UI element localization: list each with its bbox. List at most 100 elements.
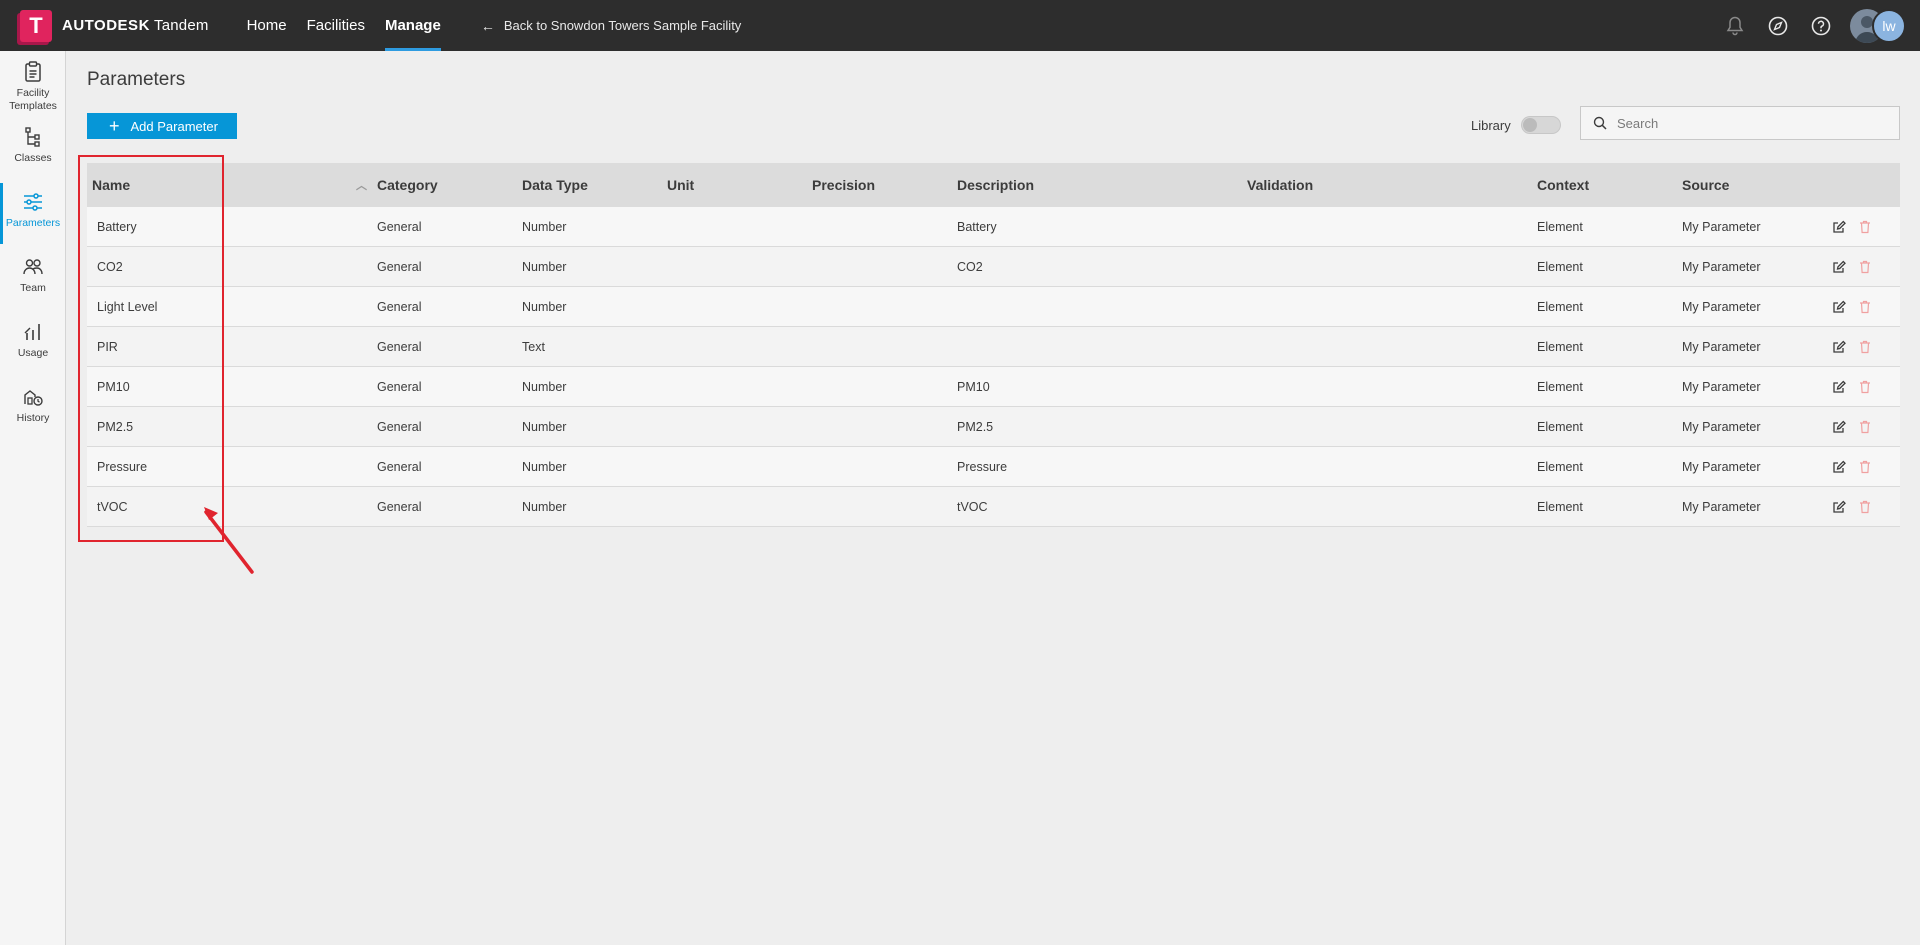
- edit-icon[interactable]: [1832, 220, 1846, 234]
- table-row[interactable]: Pressure General Number Pressure Element My P…: [87, 447, 1900, 487]
- delete-icon[interactable]: [1859, 340, 1871, 354]
- row-actions: [1827, 340, 1897, 354]
- cell-context: Element: [1537, 459, 1583, 474]
- column-header-category[interactable]: Category: [377, 177, 522, 193]
- cell-data-type: Number: [522, 259, 567, 274]
- sidebar-item-team[interactable]: Team: [0, 246, 66, 311]
- cell-context: Element: [1537, 419, 1583, 434]
- cell-context: Element: [1537, 219, 1583, 234]
- cell-description: tVOC: [957, 499, 988, 514]
- page-title: Parameters: [87, 69, 186, 90]
- cell-description: PM10: [957, 379, 990, 394]
- table-row[interactable]: PIR General Text Element My Parameter: [87, 327, 1900, 367]
- add-parameter-button[interactable]: + Add Parameter: [87, 113, 237, 139]
- sidebar-item-label: Parameters: [5, 217, 61, 229]
- edit-icon[interactable]: [1832, 340, 1846, 354]
- sidebar-item-classes[interactable]: Classes: [0, 116, 66, 181]
- brand[interactable]: T AUTODESK Tandem: [20, 0, 209, 51]
- delete-icon[interactable]: [1859, 220, 1871, 234]
- nav-manage[interactable]: Manage: [375, 0, 451, 51]
- edit-icon[interactable]: [1832, 260, 1846, 274]
- row-actions: [1827, 220, 1897, 234]
- edit-icon[interactable]: [1832, 300, 1846, 314]
- edit-icon[interactable]: [1832, 460, 1846, 474]
- column-header-data-type[interactable]: Data Type: [522, 177, 667, 193]
- column-header-context[interactable]: Context: [1537, 177, 1682, 193]
- cell-name: tVOC: [97, 499, 128, 514]
- sidebar-item-label: Classes: [14, 152, 52, 164]
- cell-category: General: [377, 219, 422, 234]
- table-row[interactable]: Light Level General Number Element My Parame…: [87, 287, 1900, 327]
- sidebar-item-history[interactable]: History: [0, 376, 66, 441]
- main-content: Parameters + Add Parameter Library Name …: [87, 51, 1900, 527]
- sidebar-item-usage[interactable]: Usage: [0, 311, 66, 376]
- column-header-name[interactable]: Name ︿: [87, 177, 377, 193]
- add-parameter-label: Add Parameter: [130, 118, 218, 134]
- brand-product: Tandem: [154, 17, 209, 34]
- table-row[interactable]: PM2.5 General Number PM2.5 Element My Paramet…: [87, 407, 1900, 447]
- delete-icon[interactable]: [1859, 500, 1871, 514]
- row-actions: [1827, 460, 1897, 474]
- delete-icon[interactable]: [1859, 380, 1871, 394]
- search-input[interactable]: [1617, 115, 1887, 131]
- nav-home[interactable]: Home: [237, 0, 297, 51]
- cell-source: My Parameter: [1682, 339, 1761, 354]
- cell-name: PM10: [97, 379, 130, 394]
- plus-icon: +: [109, 116, 120, 136]
- cell-description: PM2.5: [957, 419, 994, 434]
- cell-data-type: Number: [522, 299, 567, 314]
- cell-name: Light Level: [97, 299, 158, 314]
- table-row[interactable]: CO2 General Number CO2 Element My Parameter: [87, 247, 1900, 287]
- nav-facilities[interactable]: Facilities: [297, 0, 375, 51]
- column-header-source[interactable]: Source: [1682, 177, 1827, 193]
- table-row[interactable]: PM10 General Number PM10 Element My Parameter: [87, 367, 1900, 407]
- search-icon: [1593, 116, 1607, 130]
- delete-icon[interactable]: [1859, 460, 1871, 474]
- cell-data-type: Number: [522, 219, 567, 234]
- library-toggle[interactable]: [1520, 116, 1561, 134]
- cell-context: Element: [1537, 339, 1583, 354]
- cell-source: My Parameter: [1682, 419, 1761, 434]
- bell-icon[interactable]: [1724, 15, 1746, 37]
- help-icon[interactable]: [1810, 15, 1832, 37]
- bar-chart-icon: [24, 324, 40, 340]
- sidebar-item-parameters[interactable]: Parameters: [0, 181, 66, 246]
- edit-icon[interactable]: [1832, 380, 1846, 394]
- cell-category: General: [377, 339, 422, 354]
- cell-data-type: Number: [522, 379, 567, 394]
- column-header-validation[interactable]: Validation: [1247, 177, 1537, 193]
- cell-description: CO2: [957, 259, 983, 274]
- sidebar-item-label: History: [16, 412, 50, 424]
- delete-icon[interactable]: [1859, 420, 1871, 434]
- avatar-initials: lw: [1872, 8, 1906, 43]
- cell-data-type: Text: [522, 339, 545, 354]
- sliders-icon: [24, 193, 42, 211]
- delete-icon[interactable]: [1859, 260, 1871, 274]
- sort-ascending-icon[interactable]: ︿: [356, 177, 367, 193]
- toolbar: + Add Parameter Library: [87, 106, 1900, 163]
- column-header-description[interactable]: Description: [957, 177, 1247, 193]
- edit-icon[interactable]: [1832, 500, 1846, 514]
- cell-category: General: [377, 419, 422, 434]
- back-link-label: Back to Snowdon Towers Sample Facility: [503, 18, 742, 33]
- user-avatars[interactable]: lw: [1850, 8, 1908, 43]
- compass-icon[interactable]: [1767, 15, 1789, 37]
- column-header-unit[interactable]: Unit: [667, 177, 812, 193]
- column-header-precision[interactable]: Precision: [812, 177, 957, 193]
- sidebar-item-facility-templates[interactable]: Facility Templates: [0, 51, 66, 116]
- delete-icon[interactable]: [1859, 300, 1871, 314]
- row-actions: [1827, 380, 1897, 394]
- main-nav: Home Facilities Manage: [237, 0, 451, 51]
- cell-description: Battery: [957, 219, 997, 234]
- row-actions: [1827, 300, 1897, 314]
- tandem-logo: T: [20, 9, 52, 42]
- back-to-facility-link[interactable]: ← Back to Snowdon Towers Sample Facility: [481, 0, 741, 51]
- table-row[interactable]: tVOC General Number tVOC Element My Parameter: [87, 487, 1900, 527]
- brand-company: AUTODESK: [62, 17, 150, 34]
- clipboard-icon: [25, 61, 41, 82]
- column-header-label: Name: [92, 177, 131, 193]
- table-row[interactable]: Battery General Number Battery Element My Par…: [87, 207, 1900, 247]
- cell-source: My Parameter: [1682, 259, 1761, 274]
- cell-category: General: [377, 259, 422, 274]
- edit-icon[interactable]: [1832, 420, 1846, 434]
